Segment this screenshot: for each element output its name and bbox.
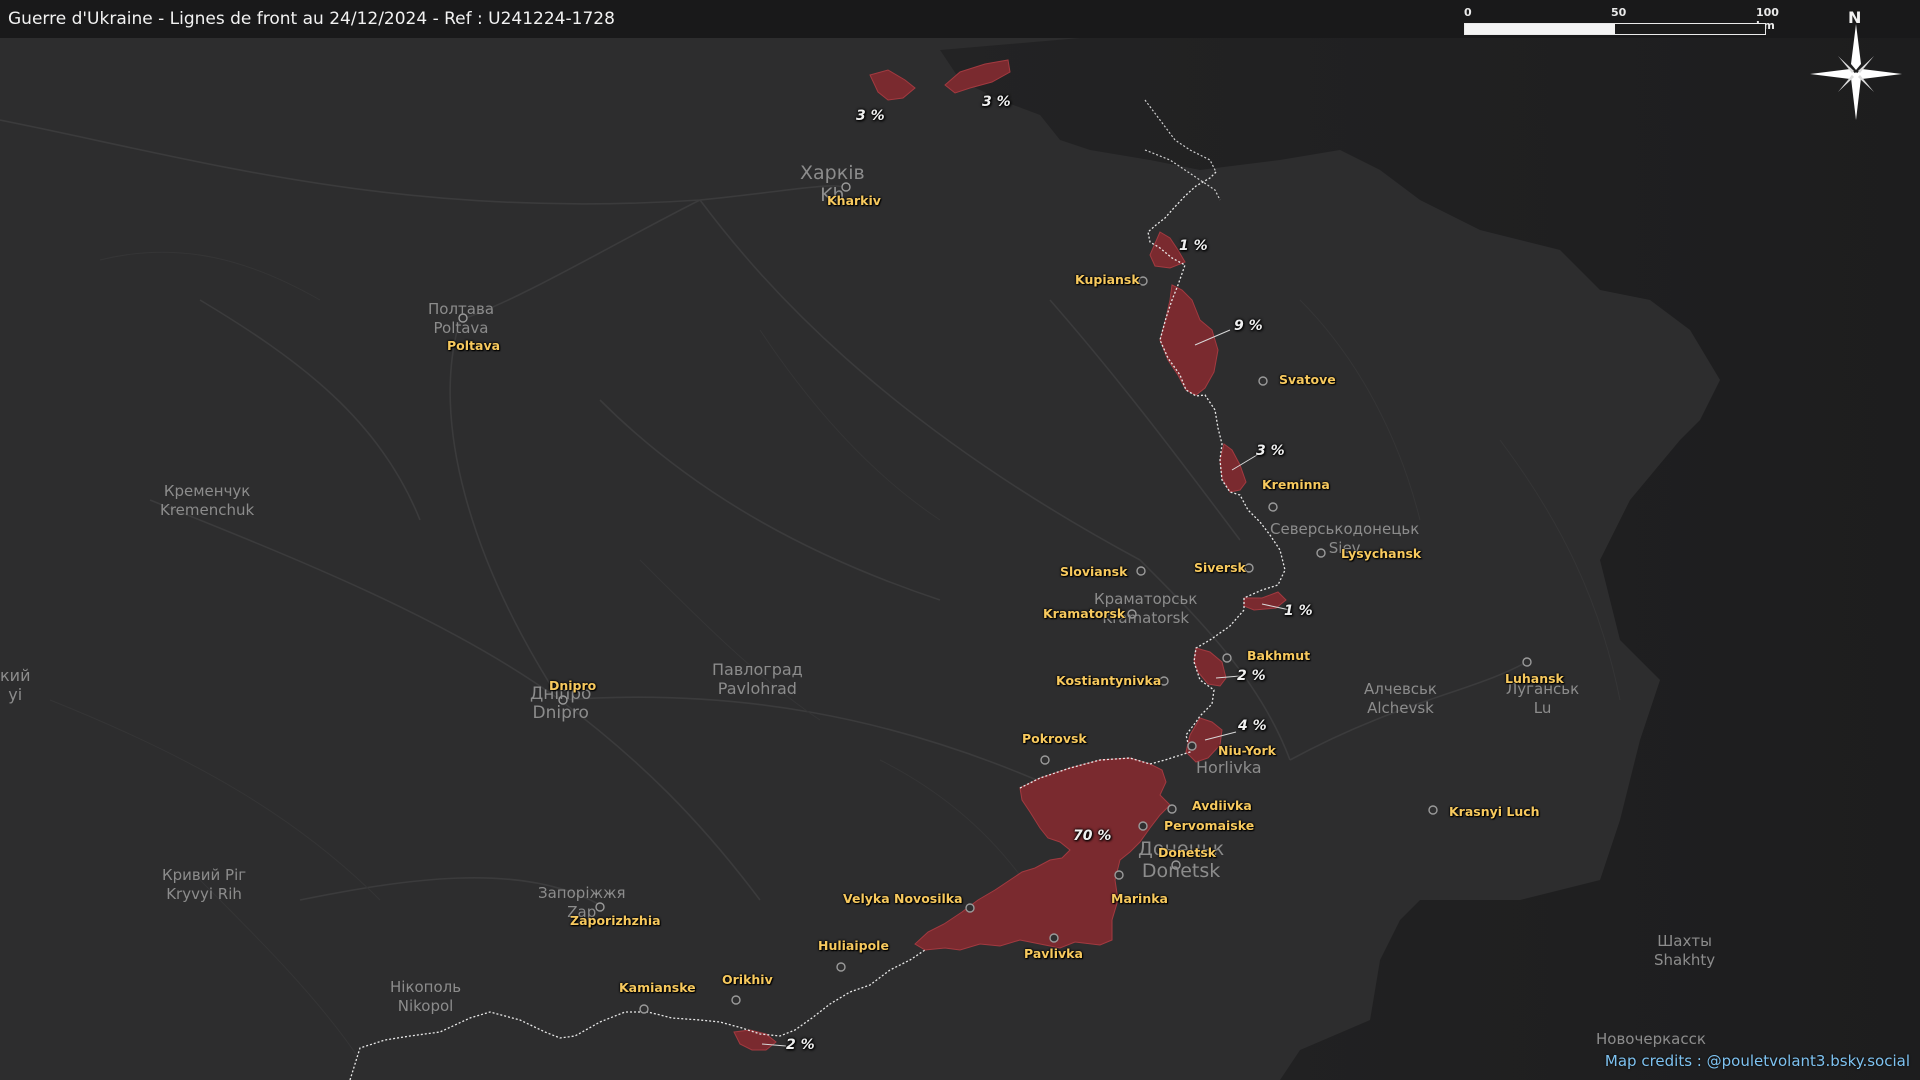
- sector-percent-label: 4 %: [1238, 718, 1267, 734]
- map-svg: [0, 0, 1920, 1080]
- city-label-huliaipole: Huliaipole: [818, 938, 889, 953]
- scale-tick-0: 0: [1464, 6, 1472, 19]
- city-label-poltava: Poltava: [447, 338, 501, 353]
- city-label-bakhmut: Bakhmut: [1247, 648, 1311, 663]
- basemap-label: кий yi: [0, 666, 31, 704]
- city-label-kramatorsk: Kramatorsk: [1043, 606, 1126, 621]
- city-label-pervomaiske: Pervomaiske: [1164, 818, 1255, 833]
- basemap-label: Кременчук Kremenchuk: [160, 482, 255, 519]
- sector-percent-label: 70 %: [1073, 828, 1112, 844]
- map-title: Guerre d'Ukraine - Lignes de front au 24…: [8, 9, 615, 29]
- basemap-label: Шахты Shakhty: [1654, 932, 1716, 969]
- city-label-donetsk: Donetsk: [1158, 845, 1217, 860]
- city-label-marinka: Marinka: [1111, 891, 1168, 906]
- basemap-label: Алчевськ Alchevsk: [1364, 680, 1437, 717]
- city-label-niu-york: Niu-York: [1218, 743, 1276, 758]
- basemap-label: Полтава Poltava: [428, 300, 495, 337]
- sector-percent-label: 2 %: [786, 1037, 815, 1053]
- city-label-dnipro: Dnipro: [549, 678, 597, 693]
- city-label-zaporizhzhia: Zaporizhzhia: [570, 913, 661, 928]
- sector-percent-label: 2 %: [1237, 668, 1266, 684]
- city-label-pokrovsk: Pokrovsk: [1022, 731, 1087, 746]
- basemap-label: Кривий Ріг Kryvyi Rih: [162, 866, 247, 903]
- city-label-avdiivka: Avdiivka: [1192, 798, 1252, 813]
- city-label-kostiantynivka: Kostiantynivka: [1056, 673, 1162, 688]
- city-label-svatove: Svatove: [1279, 372, 1336, 387]
- sector-percent-label: 3 %: [856, 108, 885, 124]
- scale-bar: 0 50 100 km: [1464, 6, 1779, 40]
- sector-percent-label: 1 %: [1284, 603, 1313, 619]
- scale-bar-track: [1464, 23, 1766, 35]
- city-label-sloviansk: Sloviansk: [1060, 564, 1128, 579]
- city-label-kamianske: Kamianske: [619, 980, 696, 995]
- city-label-velyka-novosilka: Velyka Novosilka: [843, 891, 963, 906]
- north-arrow-icon: N: [1808, 8, 1904, 120]
- city-label-kupiansk: Kupiansk: [1075, 272, 1140, 287]
- basemap-label: Новочеркасск: [1596, 1030, 1706, 1048]
- map-credits[interactable]: Map credits : @pouletvolant3.bsky.social: [1605, 1052, 1910, 1070]
- city-label-luhansk: Luhansk: [1505, 671, 1564, 686]
- city-label-siversk: Siversk: [1194, 560, 1246, 575]
- city-label-orikhiv: Orikhiv: [722, 972, 773, 987]
- compass-star: [1810, 24, 1902, 120]
- city-label-pavlivka: Pavlivka: [1024, 946, 1083, 961]
- city-label-krasnyi-luch: Krasnyi Luch: [1449, 804, 1540, 819]
- city-label-kharkiv: Kharkiv: [827, 193, 881, 208]
- sector-percent-label: 1 %: [1179, 238, 1208, 254]
- basemap-label: Павлоград Pavlohrad: [712, 660, 803, 698]
- city-label-kreminna: Kreminna: [1262, 477, 1330, 492]
- city-label-lysychansk: Lysychansk: [1341, 546, 1422, 561]
- scale-tick-50: 50: [1611, 6, 1627, 19]
- basemap-label: Нікополь Nikopol: [390, 978, 462, 1015]
- sector-percent-label: 3 %: [982, 94, 1011, 110]
- scale-bar-fill: [1465, 24, 1615, 34]
- map-canvas[interactable]: Guerre d'Ukraine - Lignes de front au 24…: [0, 0, 1920, 1080]
- sector-percent-label: 3 %: [1256, 443, 1285, 459]
- sector-percent-label: 9 %: [1234, 318, 1263, 334]
- basemap-label: Horlivka: [1196, 758, 1262, 777]
